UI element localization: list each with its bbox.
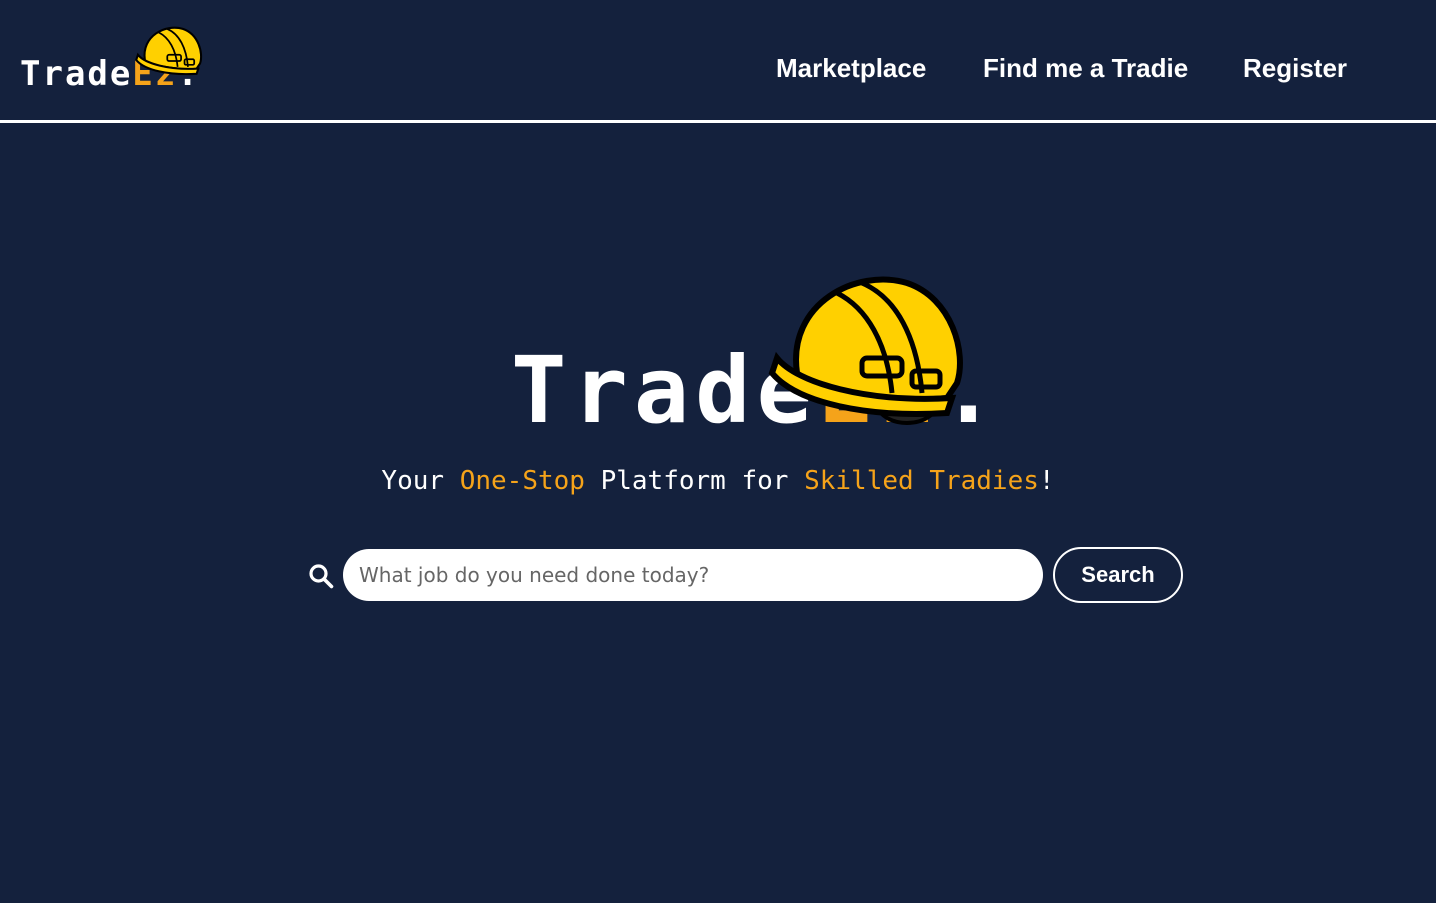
search-button[interactable]: Search (1053, 547, 1183, 603)
hero-logo: TradeEz. (505, 263, 996, 443)
job-search-input[interactable] (343, 549, 1043, 601)
nav-find-tradie[interactable]: Find me a Tradie (983, 50, 1188, 86)
job-search-form: Search (308, 547, 1188, 605)
search-icon (309, 564, 334, 589)
hero-tagline: Your One-Stop Platform for Skilled Tradi… (381, 466, 1055, 496)
hero-section: TradeEz. Your One-Stop Platform for Skil… (0, 123, 1436, 903)
header-logo[interactable]: TradeEz. (20, 22, 210, 100)
hard-hat-icon (768, 276, 963, 425)
nav-marketplace[interactable]: Marketplace (776, 50, 926, 86)
hard-hat-icon (135, 26, 203, 76)
site-header: TradeEz. Marketplace Find me a Tradie Re… (0, 0, 1436, 120)
nav-register[interactable]: Register (1243, 50, 1347, 86)
